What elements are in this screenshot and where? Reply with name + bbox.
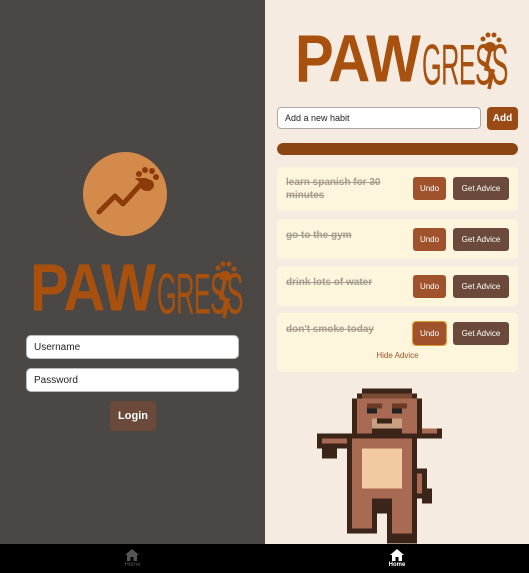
undo-button[interactable]: Undo — [413, 177, 446, 200]
habits-screen: PAW GRESS Add a new habit Add learn span… — [265, 0, 529, 573]
habit-item: learn spanish for 30 minutes Undo Get Ad… — [277, 167, 518, 211]
habit-text: don't smoke today — [286, 324, 374, 335]
habit-item: don't smoke today Undo Get Advice Hide A… — [277, 313, 518, 372]
get-advice-button[interactable]: Get Advice — [453, 322, 509, 345]
habit-item: drink lots of water Undo Get Advice — [277, 266, 518, 306]
hide-advice-link[interactable]: Hide Advice — [277, 351, 518, 360]
undo-button[interactable]: Undo — [413, 275, 446, 298]
tab-bar: Home — [0, 544, 265, 573]
username-placeholder: Username — [34, 341, 81, 353]
login-button[interactable]: Login — [110, 401, 156, 431]
brand-wordmark: PAW GRESS — [30, 255, 265, 322]
username-field[interactable]: Username — [26, 335, 239, 359]
habit-text: go to the gym — [286, 230, 352, 241]
tab-bar: Home — [265, 544, 529, 573]
add-habit-button[interactable]: Add — [487, 107, 518, 130]
get-advice-button[interactable]: Get Advice — [453, 177, 509, 200]
habit-text: learn spanish for 30 minutes — [286, 177, 381, 201]
brand-wordmark: PAW GRESS — [295, 26, 529, 93]
progress-bar — [277, 143, 518, 155]
new-habit-input[interactable]: Add a new habit — [277, 107, 481, 129]
paw-figure-icon — [480, 32, 502, 90]
app-logo — [83, 152, 167, 236]
new-habit-placeholder: Add a new habit — [285, 113, 350, 123]
login-screen: PAW GRESS Username Password Login Home — [0, 0, 265, 573]
undo-button[interactable]: Undo — [413, 228, 446, 251]
bear-mascot-image — [317, 388, 442, 544]
password-placeholder: Password — [34, 374, 78, 386]
tab-home-label: Home — [124, 562, 141, 568]
password-field[interactable]: Password — [26, 368, 239, 392]
undo-button[interactable]: Undo — [412, 321, 447, 346]
tab-home[interactable]: Home — [388, 549, 406, 568]
paw-trend-icon — [96, 167, 159, 215]
home-icon — [389, 549, 404, 561]
get-advice-button[interactable]: Get Advice — [453, 228, 509, 251]
tab-home[interactable]: Home — [124, 549, 141, 568]
paw-figure-icon — [215, 261, 237, 319]
home-icon — [125, 549, 140, 561]
brand-part1: PAW — [30, 250, 156, 326]
habit-item: go to the gym Undo Get Advice — [277, 219, 518, 259]
habit-text: drink lots of water — [286, 277, 373, 288]
tab-home-label: Home — [388, 562, 406, 568]
get-advice-button[interactable]: Get Advice — [453, 275, 509, 298]
brand-part1: PAW — [295, 21, 421, 97]
progress-fill — [277, 143, 518, 155]
